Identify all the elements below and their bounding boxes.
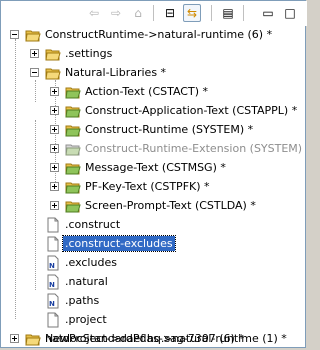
- tree-item-file[interactable]: .construct: [1, 215, 307, 234]
- expand-toggle[interactable]: [30, 49, 39, 58]
- file-icon: [47, 312, 59, 328]
- expand-toggle[interactable]: [50, 144, 59, 153]
- tree-item-label: .settings: [65, 47, 113, 60]
- library-folder-icon: [65, 106, 81, 118]
- view-menu-button[interactable]: ▤: [219, 4, 237, 22]
- tree-item-file[interactable]: N .excludes: [1, 253, 307, 272]
- tree-item-library[interactable]: PF-Key-Text (CSTPFK) *: [1, 177, 307, 196]
- collapse-toggle[interactable]: [30, 68, 39, 77]
- tree-item-label: ConstructRuntime->natural-runtime (6) *: [45, 28, 273, 41]
- tree-item-label: Construct-Runtime (SYSTEM) *: [85, 123, 254, 136]
- svg-text:N: N: [49, 262, 55, 270]
- tree-item-library[interactable]: Screen-Prompt-Text (CSTLDA) *: [1, 196, 307, 215]
- tree-item-label: .project: [65, 313, 107, 326]
- tree-item-label: .excludes: [65, 256, 117, 269]
- library-folder-icon: [65, 125, 81, 137]
- tree-item-library[interactable]: Construct-Runtime-Extension (SYSTEM): [1, 139, 307, 158]
- collapse-toggle[interactable]: [10, 30, 19, 39]
- expand-toggle[interactable]: [50, 182, 59, 191]
- tree-item-natural-libraries[interactable]: Natural-Libraries *: [1, 63, 307, 82]
- tree-item-file[interactable]: N .paths: [1, 291, 307, 310]
- natural-file-icon: N: [47, 274, 59, 290]
- expand-toggle[interactable]: [50, 87, 59, 96]
- tree-item-file[interactable]: .project: [1, 310, 307, 329]
- toolbar-separator: [153, 5, 154, 21]
- minimize-icon: ▭: [262, 6, 274, 20]
- home-icon: ⌂: [134, 6, 142, 20]
- navigator-view: ⇦ ⇨ ⌂ ⊟ ⇆ ▤ ▭ □ ConstructRuntime->natura…: [0, 0, 307, 349]
- link-with-editor-button[interactable]: ⇆: [183, 4, 201, 22]
- tree-item-library[interactable]: Construct-Application-Text (CSTAPPL) *: [1, 101, 307, 120]
- tree-item-label: Action-Text (CSTACT) *: [85, 85, 208, 98]
- tree-item-file[interactable]: N .natural: [1, 272, 307, 291]
- tree-item-label: .construct: [65, 218, 121, 231]
- tree-item-label: Message-Text (CSTMSG) *: [85, 161, 226, 174]
- library-folder-icon: [45, 68, 61, 80]
- expand-toggle[interactable]: [50, 201, 59, 210]
- natural-file-icon: N: [47, 293, 59, 309]
- project-folder-icon: [25, 30, 41, 42]
- tree-item-library[interactable]: Construct-Runtime (SYSTEM) *: [1, 120, 307, 139]
- view-toolbar: ⇦ ⇨ ⌂ ⊟ ⇆ ▤ ▭ □: [1, 1, 307, 26]
- tree-item-label: Screen-Prompt-Text (CSTLDA) *: [85, 199, 256, 212]
- expand-toggle[interactable]: [50, 163, 59, 172]
- library-folder-disabled-icon: [65, 144, 81, 156]
- link-sync-icon: ⇆: [186, 6, 198, 20]
- tree-item-library[interactable]: Action-Text (CSTACT) *: [1, 82, 307, 101]
- collapse-all-icon: ⊟: [164, 6, 176, 20]
- toolbar-separator: [243, 5, 244, 21]
- tree-item-label: Construct-Application-Text (CSTAPPL) *: [85, 104, 298, 117]
- tree-item-settings-folder[interactable]: .settings: [1, 44, 307, 63]
- tree-item-library[interactable]: Message-Text (CSTMSG) *: [1, 158, 307, 177]
- tree-item-label: Natural-Libraries *: [65, 66, 167, 79]
- library-folder-icon: [65, 182, 81, 194]
- tree-item-file-selected[interactable]: .construct-excludes: [1, 234, 307, 253]
- tree-item-label: Construct-Runtime-Extension (SYSTEM): [85, 142, 303, 155]
- file-icon: [47, 217, 59, 233]
- tree-item-label: NewProject->daef.hq.sag-7307 (6) *: [45, 332, 244, 345]
- arrow-right-icon: ⇨: [110, 6, 122, 20]
- view-menu-icon: ▤: [222, 6, 234, 20]
- folder-icon: [45, 49, 61, 61]
- expand-toggle[interactable]: [50, 106, 59, 115]
- maximize-icon: □: [284, 6, 296, 20]
- home-button[interactable]: ⌂: [129, 4, 147, 22]
- toolbar-separator: [211, 5, 212, 21]
- back-button[interactable]: ⇦: [85, 4, 103, 22]
- natural-file-icon: N: [47, 255, 59, 271]
- tree-item-root-project[interactable]: ConstructRuntime->natural-runtime (6) *: [1, 25, 307, 44]
- svg-text:N: N: [49, 281, 55, 289]
- svg-text:N: N: [49, 300, 55, 308]
- minimize-button[interactable]: ▭: [259, 4, 277, 22]
- arrow-left-icon: ⇦: [88, 6, 100, 20]
- project-tree: ConstructRuntime->natural-runtime (6) * …: [1, 25, 307, 349]
- tree-item-label: PF-Key-Text (CSTPFK) *: [85, 180, 210, 193]
- expand-toggle[interactable]: [50, 125, 59, 134]
- library-folder-icon: [65, 201, 81, 213]
- tree-item-label: .construct-excludes: [62, 235, 176, 252]
- forward-button[interactable]: ⇨: [107, 4, 125, 22]
- expand-toggle[interactable]: [10, 334, 19, 343]
- tree-item-label: .natural: [65, 275, 108, 288]
- file-icon: [47, 236, 59, 252]
- library-folder-icon: [65, 87, 81, 99]
- tree-item-label: .paths: [65, 294, 100, 307]
- tree-item-project[interactable]: NewProject->daef.hq.sag-7307 (6) *: [1, 329, 307, 348]
- library-folder-icon: [65, 163, 81, 175]
- project-folder-icon: [25, 334, 41, 346]
- maximize-button[interactable]: □: [281, 4, 299, 22]
- collapse-all-button[interactable]: ⊟: [161, 4, 179, 22]
